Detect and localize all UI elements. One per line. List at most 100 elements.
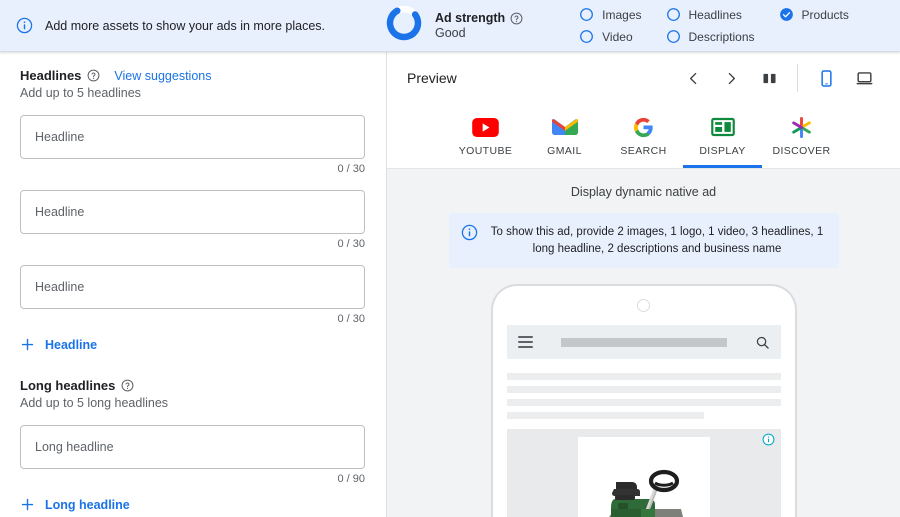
display-icon [683,112,762,142]
preview-caption: Display dynamic native ad [570,185,717,199]
ad-strength-donut [384,3,424,48]
headlines-section-header: Headlines View suggestions [20,68,365,83]
ad-editor-screen: Add more assets to show your ads in more… [0,0,900,517]
mock-product-image [577,437,710,517]
headline-field-2: Headline 0 / 30 [20,190,365,250]
tab-gmail[interactable]: GMAIL [525,106,604,168]
radio-unchecked-icon [579,29,594,44]
long-headlines-subtitle: Add up to 5 long headlines [20,396,169,410]
long-headline-field-1: Long headline 0 / 90 [20,425,365,485]
asset-check-images[interactable]: Images [579,7,642,22]
hamburger-menu-icon[interactable] [517,336,533,349]
radio-unchecked-icon [579,7,594,22]
headline-field-1: Headline 0 / 30 [20,115,365,175]
view-suggestions-link[interactable]: View suggestions [114,69,211,83]
mock-search-placeholder [560,337,727,347]
asset-check-label: Products [801,7,849,22]
mock-text-skeleton [506,373,781,420]
asset-check-label: Headlines [688,7,742,22]
side-by-side-button[interactable] [750,59,788,97]
ad-strength-block: Ad strength Good [384,3,523,48]
phone-mockup [490,284,797,517]
help-circle-icon[interactable] [87,69,100,82]
preview-title: Preview [407,70,457,86]
google-g-icon [604,112,683,142]
tab-discover[interactable]: DISCOVER [762,106,841,168]
preview-header: Preview [387,52,900,104]
youtube-icon [446,112,525,142]
info-circle-icon [16,17,33,34]
tab-label: SEARCH [620,145,667,157]
chevron-left-icon [685,70,702,87]
preview-requirements-note: To show this ad, provide 2 images, 1 log… [448,213,839,269]
chevron-right-icon [723,70,740,87]
long-headline-counter-1: 0 / 90 [337,473,365,485]
platform-tabs: YOUTUBE GMAIL SEARCH DISPLAY DISCOVER [387,104,900,168]
desktop-view-button[interactable] [845,59,883,97]
assets-form-panel: Headlines View suggestions Add up to 5 h… [0,52,387,517]
tab-youtube[interactable]: YOUTUBE [446,106,525,168]
tab-display[interactable]: DISPLAY [683,106,762,168]
columns-icon [761,70,778,87]
tab-label: DISPLAY [699,145,746,157]
ad-choices-icon[interactable] [762,433,775,446]
asset-check-descriptions[interactable]: Descriptions [666,29,755,44]
headlines-subtitle: Add up to 5 headlines [20,86,141,100]
mock-app-bar [506,325,781,360]
asset-check-video[interactable]: Video [579,29,641,44]
radio-unchecked-icon [666,7,681,22]
headlines-title: Headlines [20,68,82,83]
tab-label: DISCOVER [772,145,831,157]
help-circle-icon[interactable] [121,379,134,392]
help-circle-icon[interactable] [510,12,523,25]
plus-icon [20,337,35,352]
asset-check-headlines[interactable]: Headlines [666,7,755,22]
toolbar-divider [797,64,798,92]
assets-hint: Add more assets to show your ads in more… [0,17,380,34]
tab-label: YOUTUBE [458,145,513,157]
asset-check-products[interactable]: Products [779,7,849,22]
search-icon[interactable] [755,335,770,350]
asset-checklist: Images Video Headlines Descriptions Prod… [579,7,849,44]
long-headlines-section-header: Long headlines [20,378,365,393]
mock-native-ad-card [506,429,781,517]
preview-canvas: Display dynamic native ad To show this a… [387,168,900,517]
add-long-headline-button[interactable]: Long headline [20,497,130,512]
headline-counter-2: 0 / 30 [337,238,365,250]
headline-counter-3: 0 / 30 [337,313,365,325]
long-headlines-title: Long headlines [20,378,116,393]
ad-strength-value: Good [435,26,466,40]
ad-strength-label: Ad strength [435,11,506,25]
asset-check-label: Images [602,7,642,22]
ad-strength-topbar: Add more assets to show your ads in more… [0,0,900,52]
info-circle-icon [461,224,478,257]
headline-input-2[interactable]: Headline [20,190,365,234]
long-headline-input-1[interactable]: Long headline [20,425,365,469]
mobile-view-button[interactable] [807,59,845,97]
prev-preview-button[interactable] [674,59,712,97]
headline-input-3[interactable]: Headline [20,265,365,309]
tab-search[interactable]: SEARCH [604,106,683,168]
headline-field-3: Headline 0 / 30 [20,265,365,325]
tab-label: GMAIL [547,145,582,157]
check-circle-icon [779,7,794,22]
assets-hint-text: Add more assets to show your ads in more… [45,18,325,33]
mobile-icon [817,69,836,88]
headline-input-1[interactable]: Headline [20,115,365,159]
plus-icon [20,497,35,512]
preview-requirements-text: To show this ad, provide 2 images, 1 log… [490,226,824,255]
next-preview-button[interactable] [712,59,750,97]
phone-camera [637,299,650,313]
add-headline-label: Headline [45,337,98,352]
asset-check-label: Descriptions [688,29,755,44]
desktop-icon [855,69,874,88]
radio-unchecked-icon [666,29,681,44]
gmail-icon [525,112,604,142]
preview-panel: Preview YOUTUBE GMAIL SEARCH DISPLAY DIS… [387,52,900,517]
asset-check-label: Video [602,29,633,44]
discover-icon [762,112,841,142]
headline-counter-1: 0 / 30 [337,163,365,175]
add-long-headline-label: Long headline [45,497,130,512]
riding-lawn-mower [608,470,683,517]
add-headline-button[interactable]: Headline [20,337,97,352]
